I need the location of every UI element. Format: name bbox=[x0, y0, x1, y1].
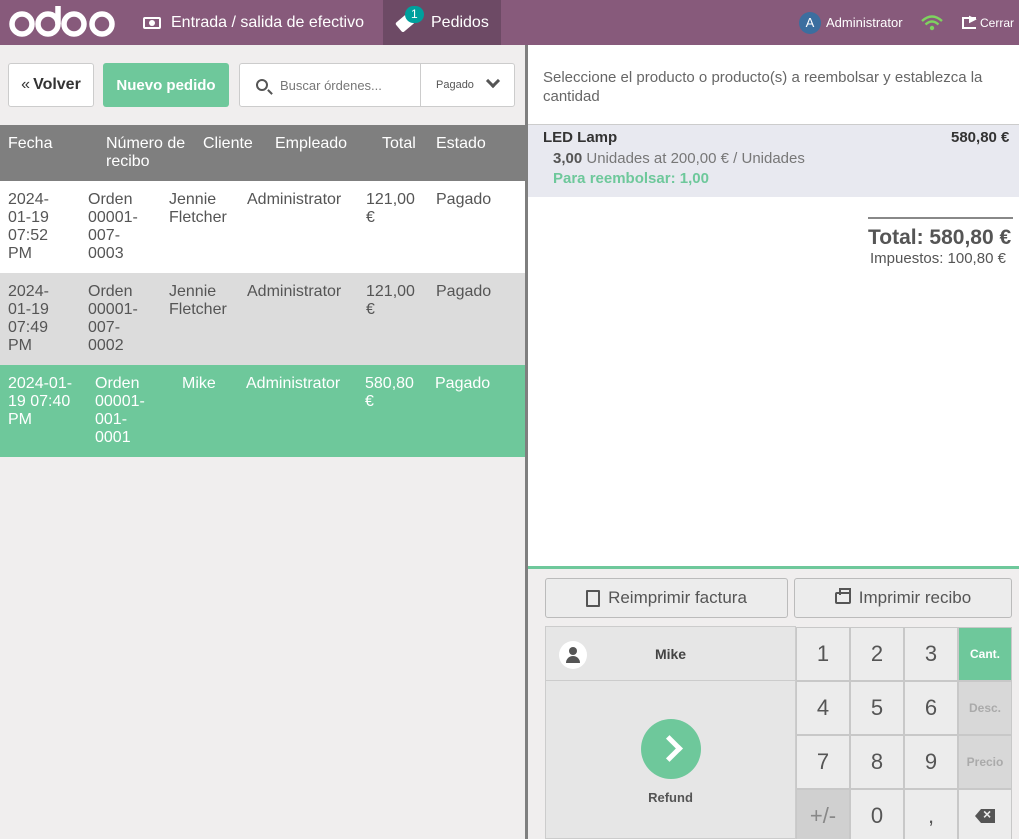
col-header-date[interactable]: Fecha bbox=[8, 135, 52, 153]
cash-in-out-button[interactable]: Entrada / salida de efectivo bbox=[143, 0, 364, 45]
wifi-icon bbox=[921, 14, 943, 30]
cell-customer: Jennie Fletcher bbox=[169, 191, 227, 226]
cell-employee: Administrator bbox=[247, 283, 342, 300]
refund-label: Refund bbox=[648, 790, 693, 805]
cell-receipt: Orden 00001-007-0003 bbox=[88, 191, 138, 262]
search-input[interactable]: Buscar órdenes... bbox=[280, 78, 382, 93]
numpad-key-4[interactable]: 4 bbox=[796, 681, 850, 735]
orders-button[interactable]: 1 Pedidos bbox=[383, 0, 501, 45]
order-line-quantity: 3,00 Unidades at 200,00 € / Unidades bbox=[553, 150, 805, 167]
orders-label: Pedidos bbox=[431, 13, 489, 31]
close-session-button[interactable]: Cerrar bbox=[962, 0, 1014, 45]
table-row-selected[interactable]: 2024-01-19 07:40 PM Orden 00001-001-0001… bbox=[0, 365, 525, 457]
reprint-invoice-button[interactable]: Reimprimir factura bbox=[545, 578, 788, 618]
chevron-right-icon bbox=[641, 719, 701, 779]
total-separator bbox=[868, 217, 1013, 219]
numpad-key-7[interactable]: 7 bbox=[796, 735, 850, 789]
money-icon bbox=[143, 16, 161, 29]
numpad-key-0[interactable]: 0 bbox=[850, 789, 904, 839]
cell-receipt: Orden 00001-001-0001 bbox=[95, 375, 145, 446]
numpad-key-9[interactable]: 9 bbox=[904, 735, 958, 789]
numpad-key-2[interactable]: 2 bbox=[850, 627, 904, 681]
orders-count-badge: 1 bbox=[405, 6, 424, 23]
cell-customer: Jennie Fletcher bbox=[169, 283, 227, 318]
table-row[interactable]: 2024-01-19 07:49 PM Orden 00001-007-0002… bbox=[0, 273, 525, 365]
cell-date: 2024-01-19 07:40 PM bbox=[8, 375, 73, 428]
filter-select[interactable]: Pagado bbox=[436, 79, 474, 91]
user-name: Administrator bbox=[826, 15, 903, 30]
search-icon bbox=[256, 79, 268, 91]
odoo-logo bbox=[9, 6, 115, 37]
backspace-icon bbox=[975, 809, 995, 823]
numpad-key-5[interactable]: 5 bbox=[850, 681, 904, 735]
cell-state: Pagado bbox=[435, 375, 491, 392]
mode-discount-button[interactable]: Desc. bbox=[958, 681, 1012, 735]
numpad-key-8[interactable]: 8 bbox=[850, 735, 904, 789]
cell-employee: Administrator bbox=[246, 375, 341, 392]
print-receipt-label: Imprimir recibo bbox=[858, 588, 972, 607]
printer-icon bbox=[834, 588, 851, 604]
sign-out-icon bbox=[962, 14, 977, 29]
col-header-customer[interactable]: Cliente bbox=[203, 135, 253, 153]
top-bar: Entrada / salida de efectivo 1 Pedidos A… bbox=[0, 0, 1019, 45]
cell-employee: Administrator bbox=[247, 191, 342, 208]
order-taxes: Impuestos: 100,80 € bbox=[870, 250, 1006, 267]
cell-receipt: Orden 00001-007-0002 bbox=[88, 283, 138, 354]
numpad-key-3[interactable]: 3 bbox=[904, 627, 958, 681]
backspace-button[interactable] bbox=[958, 789, 1012, 839]
cell-state: Pagado bbox=[436, 191, 492, 208]
table-header: Fecha Número de recibo Cliente Empleado … bbox=[0, 125, 525, 181]
double-chevron-left-icon: « bbox=[21, 76, 31, 93]
print-receipt-button[interactable]: Imprimir recibo bbox=[794, 578, 1012, 618]
col-header-state[interactable]: Estado bbox=[436, 135, 486, 153]
cell-customer: Mike bbox=[182, 375, 216, 392]
refund-button[interactable]: Refund bbox=[545, 681, 796, 839]
cell-state: Pagado bbox=[436, 283, 492, 300]
cell-date: 2024-01-19 07:52 PM bbox=[8, 191, 49, 262]
search-separator bbox=[420, 64, 421, 106]
order-total: Total: 580,80 € bbox=[868, 226, 1012, 249]
mode-quantity-button[interactable]: Cant. bbox=[958, 627, 1012, 681]
customer-name: Mike bbox=[654, 646, 687, 662]
reprint-invoice-label: Reimprimir factura bbox=[608, 588, 747, 607]
pdf-file-icon bbox=[586, 589, 601, 607]
customer-button[interactable]: Mike bbox=[545, 626, 796, 681]
cash-in-out-label: Entrada / salida de efectivo bbox=[171, 13, 365, 31]
numpad-key-plus-minus[interactable]: +/- bbox=[796, 789, 850, 839]
cell-date: 2024-01-19 07:49 PM bbox=[8, 283, 49, 354]
col-header-total[interactable]: Total bbox=[382, 135, 416, 153]
new-order-button[interactable]: Nuevo pedido bbox=[103, 63, 229, 107]
wifi-status-icon[interactable] bbox=[921, 0, 943, 45]
order-line-price: 580,80 € bbox=[951, 129, 1010, 146]
quantity-unit-price: Unidades at 200,00 € / Unidades bbox=[582, 150, 805, 167]
numpad-key-1[interactable]: 1 bbox=[796, 627, 850, 681]
back-button[interactable]: « Volver bbox=[8, 63, 94, 107]
table-row[interactable]: 2024-01-19 07:52 PM Orden 00001-007-0003… bbox=[0, 181, 525, 273]
back-label: Volver bbox=[33, 76, 81, 93]
cell-total: 121,00 € bbox=[366, 191, 415, 226]
chevron-down-icon[interactable] bbox=[485, 73, 501, 89]
col-header-employee[interactable]: Empleado bbox=[275, 135, 347, 153]
refund-instructions: Seleccione el producto o producto(s) a r… bbox=[543, 69, 983, 105]
user-menu[interactable]: A Administrator bbox=[799, 0, 903, 45]
cell-total: 580,80 € bbox=[365, 375, 414, 410]
order-line-product: LED Lamp bbox=[543, 129, 618, 146]
user-avatar: A bbox=[799, 11, 821, 34]
numpad-key-6[interactable]: 6 bbox=[904, 681, 958, 735]
col-header-receipt[interactable]: Número de recibo bbox=[106, 135, 186, 171]
search-bar: Buscar órdenes... Pagado bbox=[239, 63, 515, 107]
numpad-key-comma[interactable]: , bbox=[904, 789, 958, 839]
quantity-value: 3,00 bbox=[553, 150, 583, 167]
refund-quantity: Para reembolsar: 1,00 bbox=[553, 170, 709, 187]
close-label: Cerrar bbox=[980, 15, 1015, 30]
mode-price-button[interactable]: Precio bbox=[958, 735, 1012, 789]
cell-total: 121,00 € bbox=[366, 283, 415, 318]
